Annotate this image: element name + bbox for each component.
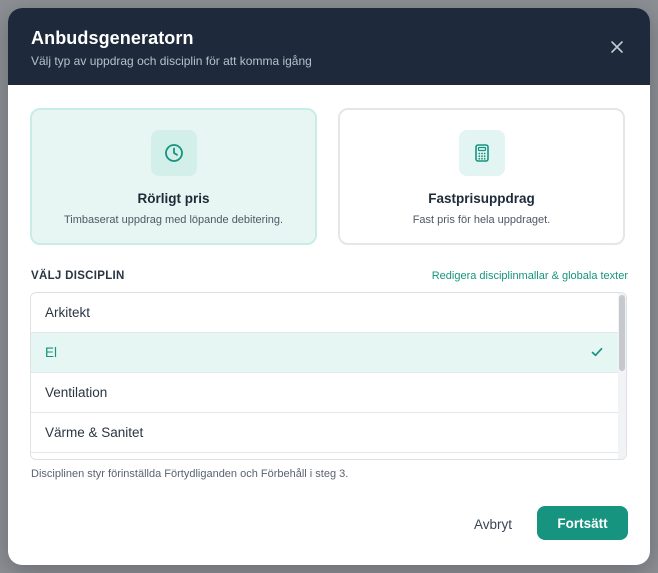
pricing-option-variable[interactable]: Rörligt pris Timbaserat uppdrag med löpa… [30,108,317,245]
edit-discipline-templates-link[interactable]: Redigera disciplinmallar & globala texte… [432,270,628,282]
scrollbar[interactable] [618,293,626,459]
card-icon-container [458,130,505,176]
scrollbar-thumb[interactable] [619,295,625,371]
card-icon-container [150,130,197,176]
pricing-option-title: Rörligt pris [137,191,210,206]
pricing-type-options: Rörligt pris Timbaserat uppdrag med löpa… [30,108,628,248]
clock-icon [164,144,183,162]
pricing-option-fixed[interactable]: Fastprisuppdrag Fast pris för hela uppdr… [338,108,625,245]
close-icon [611,41,623,53]
check-icon [591,347,603,357]
list-item-label: Arkitekt [45,305,91,320]
list-item-label: Värme & Sanitet [45,425,144,440]
pricing-option-description: Fast pris för hela uppdraget. [412,214,551,226]
discipline-item-el[interactable]: El [31,333,618,373]
discipline-item-ventilation[interactable]: Ventilation [31,373,618,413]
pricing-option-title: Fastprisuppdrag [428,191,535,206]
pricing-option-description: Timbaserat uppdrag med löpande debiterin… [63,214,284,226]
discipline-item-arkitekt[interactable]: Arkitekt [31,293,618,333]
dialog-title: Anbudsgeneratorn [31,28,194,48]
close-button[interactable] [606,36,628,58]
discipline-section-label: VÄLJ DISCIPLIN [31,270,125,282]
list-item-label: El [45,345,58,360]
discipline-list: Arkitekt El Ventilation Värme & Sanitet [30,292,627,460]
dialog-subtitle: Välj typ av uppdrag och disciplin för at… [31,54,312,68]
discipline-helper-text: Disciplinen styr förinställda Förtydliga… [31,468,349,480]
tender-generator-dialog: Anbudsgeneratorn Välj typ av uppdrag och… [8,8,650,565]
list-item-label: Ventilation [45,385,108,400]
calculator-icon [474,144,489,162]
dialog-header: Anbudsgeneratorn Välj typ av uppdrag och… [8,8,650,85]
discipline-item-varme-sanitet[interactable]: Värme & Sanitet [31,413,618,453]
cancel-button[interactable]: Avbryt [460,507,526,541]
continue-button[interactable]: Fortsätt [537,506,628,540]
